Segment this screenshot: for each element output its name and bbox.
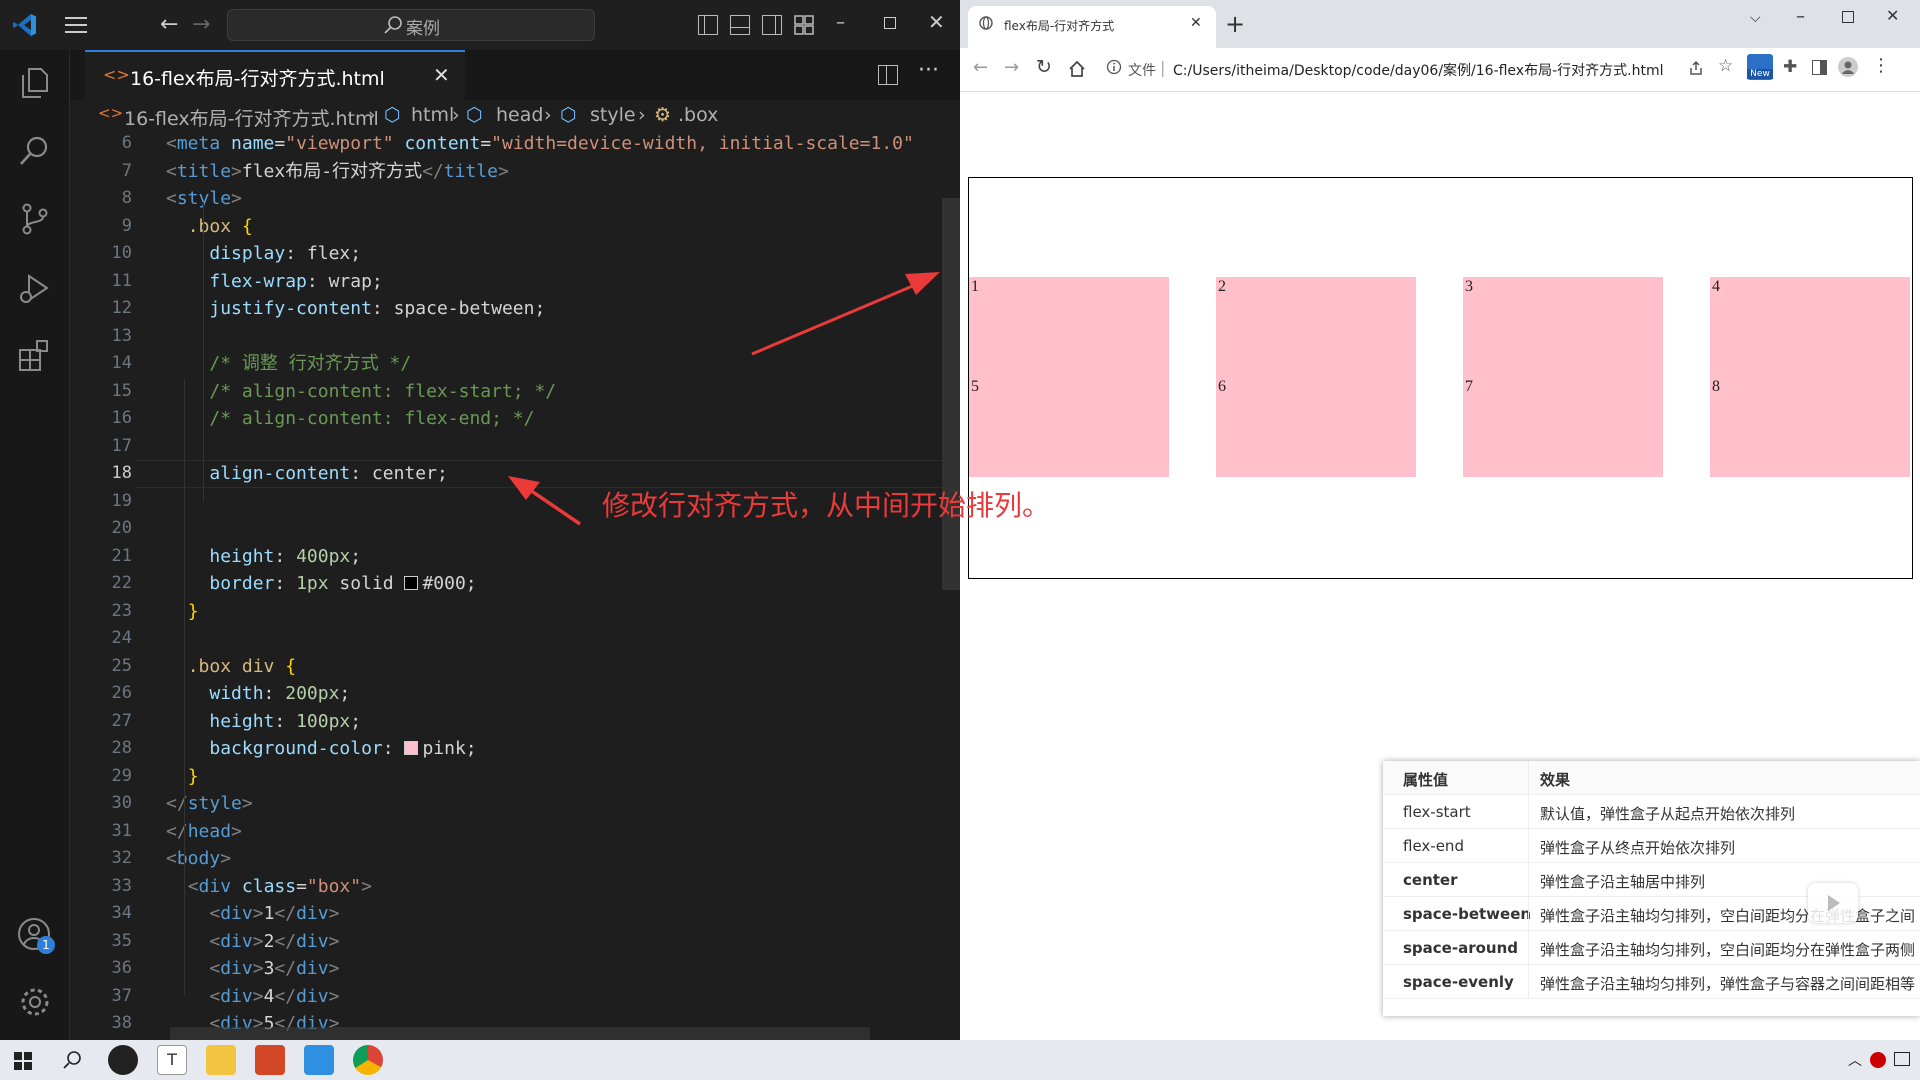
- tray-network-icon[interactable]: [1894, 1052, 1910, 1066]
- arrow-to-code: [508, 476, 581, 526]
- powerpoint-icon[interactable]: [255, 1045, 285, 1075]
- vscode-app-icon[interactable]: [304, 1045, 334, 1075]
- annotation-caption: 修改行对齐方式，从中间开始排列。: [602, 489, 1051, 522]
- tray-chevron-up-icon[interactable]: ︿: [1848, 1050, 1862, 1070]
- obs-app-icon[interactable]: [108, 1045, 138, 1075]
- arrow-to-browser: [751, 272, 940, 356]
- chrome-app-icon[interactable]: [353, 1045, 383, 1075]
- windows-start-icon[interactable]: [14, 1052, 32, 1074]
- taskbar-search-icon[interactable]: [62, 1050, 82, 1074]
- tray-app-icon[interactable]: [1870, 1052, 1886, 1068]
- typora-app-icon[interactable]: T: [157, 1045, 187, 1075]
- file-explorer-icon[interactable]: [206, 1045, 236, 1075]
- windows-taskbar: T ︿: [0, 1040, 1920, 1080]
